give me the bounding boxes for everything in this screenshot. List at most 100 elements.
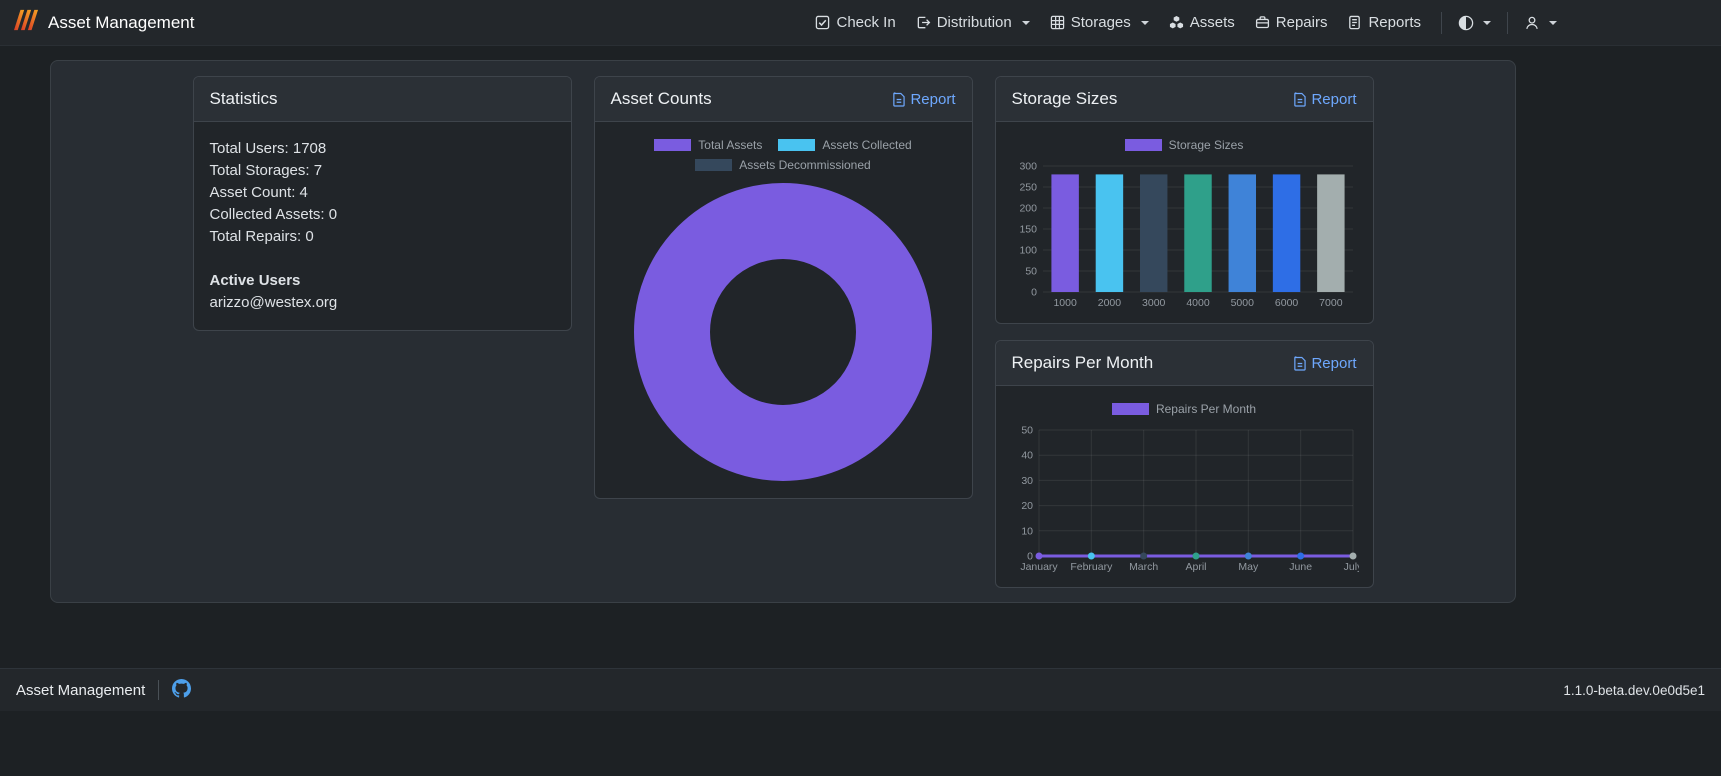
svg-text:10: 10 bbox=[1021, 525, 1033, 537]
legend-swatch bbox=[778, 139, 816, 151]
svg-text:0: 0 bbox=[1031, 287, 1037, 299]
bar-3000 bbox=[1139, 174, 1168, 292]
svg-text:July: July bbox=[1344, 561, 1359, 573]
legend-label: Assets Decommissioned bbox=[739, 158, 871, 172]
line-point bbox=[1244, 552, 1252, 560]
footer-divider bbox=[158, 680, 160, 700]
line-point bbox=[1192, 552, 1200, 560]
svg-text:7000: 7000 bbox=[1319, 297, 1343, 309]
svg-text:January: January bbox=[1020, 561, 1058, 573]
card-title: Storage Sizes bbox=[1011, 89, 1118, 108]
card-title: Repairs Per Month bbox=[1011, 353, 1154, 372]
line-point bbox=[1140, 552, 1148, 560]
check-square-icon bbox=[815, 15, 830, 30]
stat-total-users: Total Users: 1708 bbox=[209, 140, 327, 157]
asset-counts-report-link[interactable]: Report bbox=[892, 90, 956, 108]
storage-sizes-report-link[interactable]: Report bbox=[1293, 90, 1357, 108]
footer-left: Asset Management bbox=[16, 678, 192, 702]
svg-text:6000: 6000 bbox=[1275, 297, 1299, 309]
main-content: Statistics Total Users: 1708 Total Stora… bbox=[0, 46, 1721, 668]
svg-text:20: 20 bbox=[1021, 500, 1033, 512]
svg-text:May: May bbox=[1238, 561, 1259, 573]
svg-text:June: June bbox=[1289, 561, 1312, 573]
bar-6000 bbox=[1272, 174, 1301, 292]
nav-item-label: Assets bbox=[1189, 14, 1235, 31]
theme-half-circle-icon bbox=[1458, 15, 1474, 31]
nav-item-reports[interactable]: Reports bbox=[1337, 14, 1431, 31]
dashboard-container: Statistics Total Users: 1708 Total Stora… bbox=[50, 60, 1516, 603]
report-link-label: Report bbox=[910, 90, 956, 108]
legend-swatch bbox=[1111, 403, 1149, 415]
storage-sizes-chart-area: Storage Sizes 0 50 100 150 200 250 300 1000 2000… bbox=[996, 122, 1373, 322]
repairs-line-chart: 01020304050January February March April May J… bbox=[1020, 425, 1359, 574]
card-title: Statistics bbox=[209, 89, 278, 108]
svg-text:250: 250 bbox=[1019, 182, 1037, 194]
user-person-icon bbox=[1524, 15, 1540, 31]
nav-item-label: Check In bbox=[836, 14, 896, 31]
storage-sizes-card-header: Storage Sizes Report bbox=[995, 77, 1373, 122]
nav-item-storages[interactable]: Storages bbox=[1040, 14, 1159, 31]
svg-text:40: 40 bbox=[1021, 450, 1033, 462]
nav-item-repairs[interactable]: Repairs bbox=[1245, 14, 1338, 31]
svg-text:April: April bbox=[1185, 561, 1206, 573]
svg-text:2000: 2000 bbox=[1098, 297, 1122, 309]
line-point bbox=[1297, 552, 1305, 560]
repairs-report-link[interactable]: Report bbox=[1293, 354, 1357, 372]
report-link-label: Report bbox=[1311, 90, 1357, 108]
svg-text:150: 150 bbox=[1019, 224, 1037, 236]
legend-item[interactable]: Repairs Per Month bbox=[1111, 402, 1256, 416]
bar-2000 bbox=[1095, 174, 1124, 292]
line-point bbox=[1349, 552, 1357, 560]
chevron-down-icon bbox=[1140, 20, 1149, 25]
dashboard-cards-row: Statistics Total Users: 1708 Total Stora… bbox=[51, 76, 1515, 588]
navbar: Asset Management Check In Distribution S… bbox=[0, 0, 1721, 46]
nav-item-label: Storages bbox=[1070, 14, 1131, 31]
file-report-icon bbox=[1347, 15, 1362, 30]
report-link-label: Report bbox=[1311, 354, 1357, 372]
legend-item[interactable]: Assets Collected bbox=[778, 138, 912, 152]
repairs-chart-area: Repairs Per Month 0 10 20 30 40 50 January Febr… bbox=[996, 386, 1373, 586]
legend-swatch bbox=[1124, 139, 1162, 151]
user-menu-button[interactable] bbox=[1518, 15, 1563, 31]
stat-asset-count: Asset Count: 4 bbox=[209, 184, 308, 201]
theme-toggle-button[interactable] bbox=[1452, 15, 1497, 31]
box-arrow-right-icon bbox=[916, 15, 931, 30]
svg-text:100: 100 bbox=[1019, 245, 1037, 257]
file-earmark-icon bbox=[892, 91, 906, 107]
stat-total-repairs: Total Repairs: 0 bbox=[209, 228, 314, 245]
storage-sizes-card: Storage Sizes Report Storage Sizes 0 50 10… bbox=[994, 76, 1374, 324]
legend-item[interactable]: Storage Sizes bbox=[1124, 138, 1243, 152]
navbar-brand[interactable]: Asset Management bbox=[14, 8, 194, 37]
right-column: Storage Sizes Report Storage Sizes 0 50 10… bbox=[994, 76, 1374, 588]
chevron-down-icon bbox=[1021, 20, 1030, 25]
nav-item-assets[interactable]: Assets bbox=[1159, 14, 1245, 31]
footer: Asset Management 1.1.0-beta.dev.0e0d5e1 bbox=[0, 668, 1721, 711]
nav-item-distribution[interactable]: Distribution bbox=[906, 14, 1040, 31]
github-link[interactable] bbox=[172, 678, 192, 702]
statistics-card-header: Statistics bbox=[193, 77, 571, 122]
bar-5000 bbox=[1228, 174, 1257, 292]
legend-label: Assets Collected bbox=[822, 138, 912, 152]
app-version: 1.1.0-beta.dev.0e0d5e1 bbox=[1563, 682, 1705, 698]
nav-item-label: Repairs bbox=[1275, 14, 1328, 31]
bar-7000 bbox=[1317, 174, 1345, 292]
legend-item[interactable]: Assets Decommissioned bbox=[695, 158, 871, 172]
file-earmark-icon bbox=[1293, 355, 1307, 371]
svg-text:March: March bbox=[1129, 561, 1158, 573]
asset-counts-card-header: Asset Counts Report bbox=[594, 77, 972, 122]
legend-item[interactable]: Total Assets bbox=[654, 138, 762, 152]
navbar-divider bbox=[1507, 11, 1508, 34]
line-point bbox=[1035, 552, 1043, 560]
navbar-menu: Check In Distribution Storages Assets Re… bbox=[805, 11, 1563, 34]
chevron-down-icon bbox=[1549, 20, 1557, 25]
nav-item-check-in[interactable]: Check In bbox=[805, 14, 905, 31]
svg-text:1000: 1000 bbox=[1053, 297, 1077, 309]
chevron-down-icon bbox=[1483, 20, 1491, 25]
repairs-legend: Repairs Per Month bbox=[1019, 402, 1349, 416]
active-users-heading: Active Users bbox=[209, 272, 301, 289]
doughnut-segment bbox=[634, 183, 932, 481]
svg-text:3000: 3000 bbox=[1142, 297, 1166, 309]
legend-label: Total Assets bbox=[698, 138, 763, 152]
asset-counts-doughnut-chart bbox=[634, 183, 932, 481]
page-bottom-space bbox=[0, 711, 1721, 776]
